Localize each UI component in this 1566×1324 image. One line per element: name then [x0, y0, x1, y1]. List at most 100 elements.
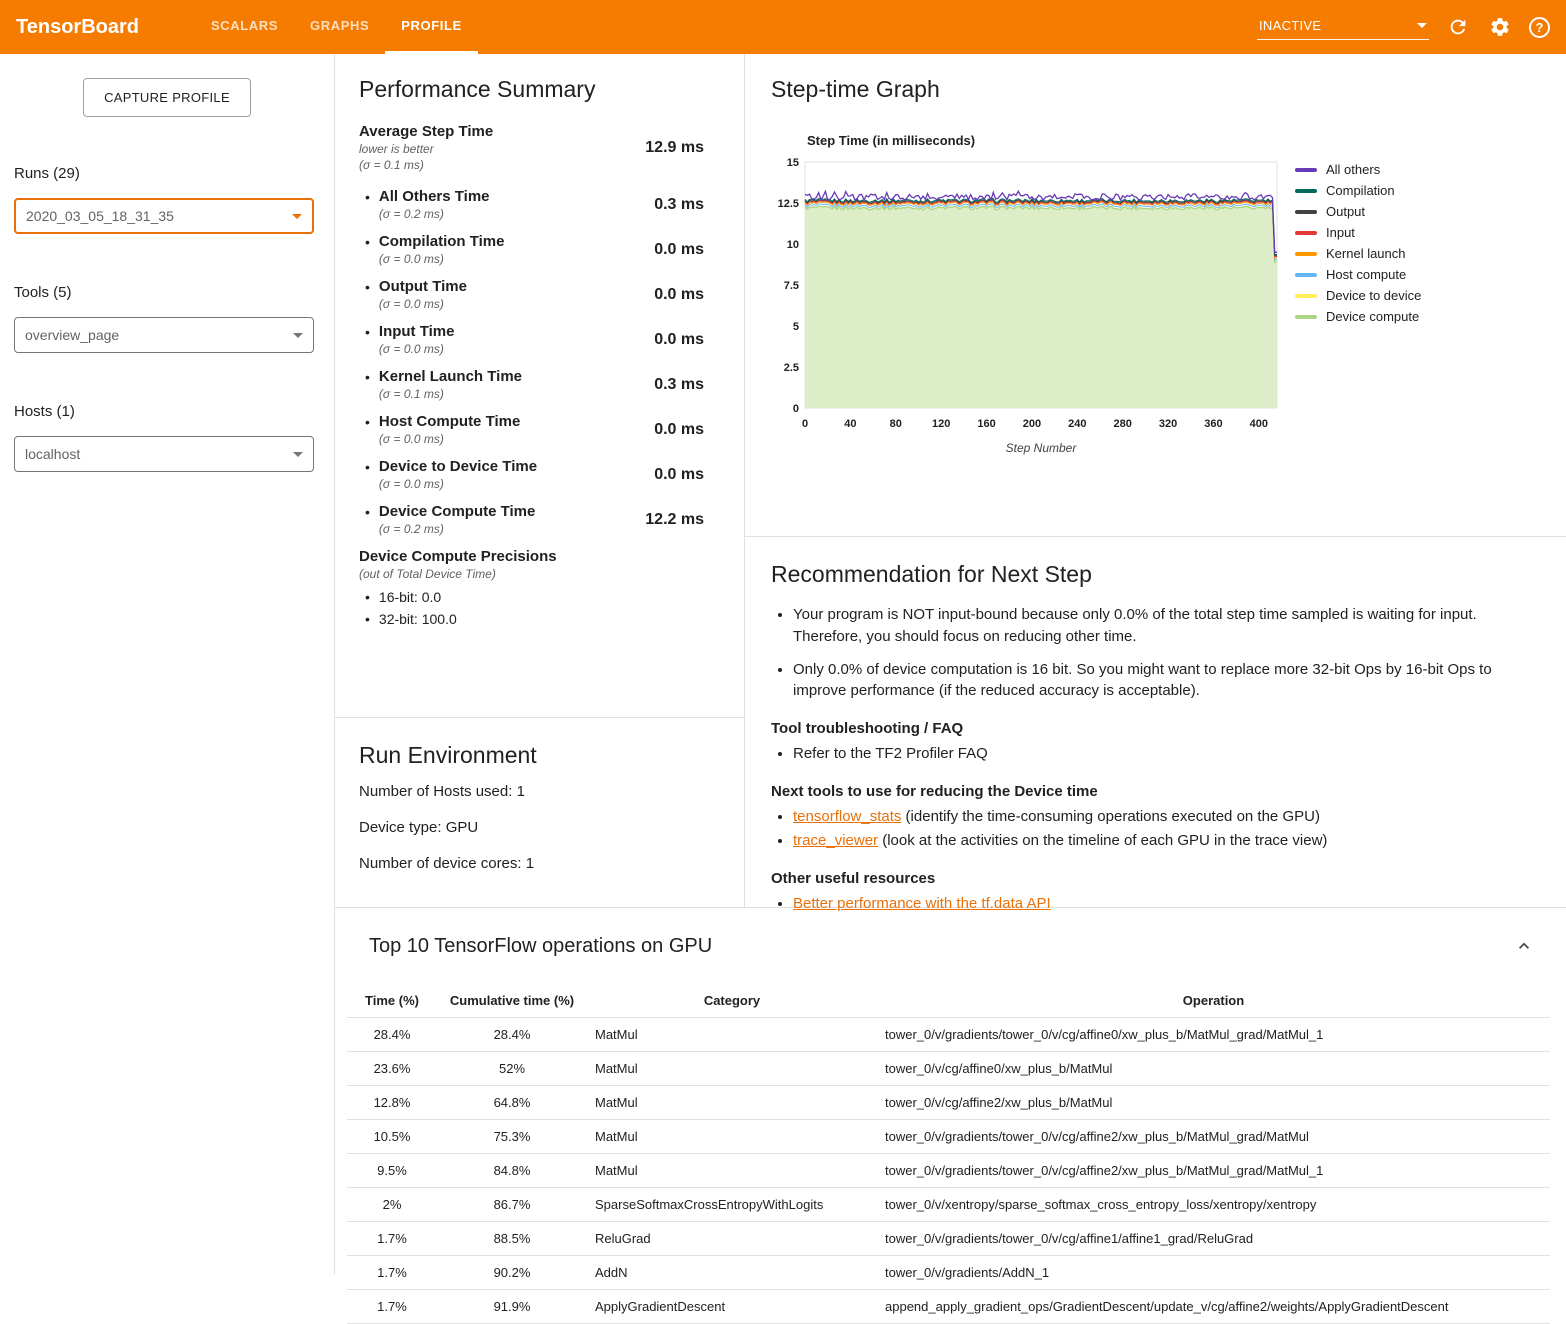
step-time-graph-section: Step-time Graph Step Time (in millisecon… — [745, 54, 1566, 537]
category-cell: ApplyGradientDescent — [587, 1290, 877, 1324]
recommendation-bullets: Your program is NOT input-bound because … — [771, 604, 1530, 702]
help-button[interactable]: ? — [1529, 17, 1550, 38]
legend-item: Output — [1295, 201, 1421, 222]
bullet-dot: • — [365, 323, 370, 356]
refresh-button[interactable] — [1445, 14, 1471, 40]
question-mark-icon: ? — [1536, 20, 1544, 35]
average-step-time-sigma: (σ = 0.1 ms) — [359, 158, 493, 172]
operation-cell: tower_0/v/gradients/tower_0/v/cg/affine2… — [877, 1120, 1550, 1154]
operation-cell: tower_0/v/gradients/tower_0/v/cg/affine2… — [877, 1154, 1550, 1188]
recommendation-section: Recommendation for Next Step Your progra… — [745, 537, 1566, 939]
legend-label: Kernel launch — [1326, 246, 1406, 261]
metric-row: •Kernel Launch Time(σ = 0.1 ms)0.3 ms — [359, 368, 704, 401]
legend-swatch — [1295, 252, 1317, 256]
hosts-dropdown[interactable]: localhost — [14, 436, 314, 472]
app-toolbar: TensorBoard SCALARS GRAPHS PROFILE INACT… — [0, 0, 1566, 54]
svg-text:400: 400 — [1250, 418, 1268, 430]
metric-value: 0.0 ms — [654, 331, 704, 349]
status-dropdown-value: INACTIVE — [1259, 18, 1321, 33]
chart-legend: All othersCompilationOutputInputKernel l… — [1295, 159, 1421, 463]
time-pct-cell: 23.6% — [347, 1052, 437, 1086]
chart-title: Step Time (in milliseconds) — [807, 133, 1283, 148]
runs-dropdown[interactable]: 2020_03_05_18_31_35 — [14, 198, 314, 234]
svg-text:Step Number: Step Number — [1006, 441, 1078, 455]
cumulative-pct-cell: 75.3% — [437, 1120, 587, 1154]
step-time-chart-svg: 02.557.51012.515040801201602002402803203… — [771, 154, 1283, 458]
category-cell: MatMul — [587, 1154, 877, 1188]
tensorflow-stats-link[interactable]: tensorflow_stats — [793, 808, 901, 825]
time-pct-cell: 1.7% — [347, 1256, 437, 1290]
legend-swatch — [1295, 231, 1317, 235]
recommendation-bullet: Your program is NOT input-bound because … — [793, 604, 1530, 648]
cumulative-pct-cell: 28.4% — [437, 1018, 587, 1052]
ops-table-row: 1.7%90.2%AddNtower_0/v/gradients/AddN_1 — [347, 1256, 1550, 1290]
trace-viewer-link[interactable]: trace_viewer — [793, 832, 878, 849]
category-cell: ReluGrad — [587, 1222, 877, 1256]
capture-profile-button[interactable]: CAPTURE PROFILE — [83, 78, 251, 117]
step-time-chart-wrap: Step Time (in milliseconds) 02.557.51012… — [771, 133, 1566, 463]
gear-icon — [1489, 16, 1511, 38]
svg-text:12.5: 12.5 — [778, 198, 799, 210]
operation-cell: tower_0/v/gradients/AddN_1 — [877, 1256, 1550, 1290]
precision-list: 16-bit: 0.032-bit: 100.0 — [359, 589, 704, 627]
tab-scalars[interactable]: SCALARS — [195, 0, 294, 54]
col-category: Category — [587, 984, 877, 1018]
ops-table: Time (%) Cumulative time (%) Category Op… — [347, 984, 1550, 1324]
metric-label: All Others Time — [379, 188, 490, 205]
metric-sigma: (σ = 0.0 ms) — [379, 297, 467, 311]
settings-button[interactable] — [1487, 14, 1513, 40]
precision-item: 32-bit: 100.0 — [365, 611, 704, 627]
metric-row: •Compilation Time(σ = 0.0 ms)0.0 ms — [359, 233, 704, 266]
metric-label: Kernel Launch Time — [379, 368, 522, 385]
bullet-dot: • — [365, 233, 370, 266]
recommendation-title: Recommendation for Next Step — [771, 561, 1530, 588]
recommendation-bullet: Only 0.0% of device computation is 16 bi… — [793, 659, 1530, 703]
refresh-icon — [1447, 16, 1469, 38]
metric-label: Device Compute Time — [379, 503, 535, 520]
faq-item: Refer to the TF2 Profiler FAQ — [793, 742, 1530, 765]
operation-cell: tower_0/v/gradients/tower_0/v/cg/affine0… — [877, 1018, 1550, 1052]
bullet-dot: • — [365, 503, 370, 536]
legend-label: All others — [1326, 162, 1380, 177]
metric-sigma: (σ = 0.2 ms) — [379, 207, 490, 221]
top-ops-section: Top 10 TensorFlow operations on GPU Time… — [335, 908, 1566, 1324]
time-pct-cell: 2% — [347, 1188, 437, 1222]
metric-sigma: (σ = 0.0 ms) — [379, 252, 505, 266]
env-line: Device type: GPU — [359, 819, 720, 836]
metric-label: Host Compute Time — [379, 413, 520, 430]
cumulative-pct-cell: 52% — [437, 1052, 587, 1086]
ops-table-row: 28.4%28.4%MatMultower_0/v/gradients/towe… — [347, 1018, 1550, 1052]
run-environment-section: Run Environment Number of Hosts used: 1D… — [335, 718, 744, 915]
overview-right-column: Step-time Graph Step Time (in millisecon… — [745, 54, 1566, 907]
status-dropdown[interactable]: INACTIVE — [1257, 14, 1429, 40]
svg-text:40: 40 — [844, 418, 856, 430]
tools-dropdown[interactable]: overview_page — [14, 317, 314, 353]
svg-text:10: 10 — [787, 239, 799, 251]
legend-label: Compilation — [1326, 183, 1395, 198]
main-content: Performance Summary Average Step Time lo… — [334, 54, 1566, 1275]
metric-row: •Input Time(σ = 0.0 ms)0.0 ms — [359, 323, 704, 356]
svg-text:320: 320 — [1159, 418, 1177, 430]
run-environment-title: Run Environment — [359, 742, 720, 769]
category-cell: MatMul — [587, 1052, 877, 1086]
precisions-subtitle: (out of Total Device Time) — [359, 567, 704, 581]
legend-item: Device compute — [1295, 306, 1421, 327]
col-operation: Operation — [877, 984, 1550, 1018]
hosts-group: Hosts (1) localhost — [0, 403, 334, 472]
collapse-button[interactable] — [1510, 932, 1538, 960]
tab-graphs[interactable]: GRAPHS — [294, 0, 385, 54]
cumulative-pct-cell: 64.8% — [437, 1086, 587, 1120]
legend-swatch — [1295, 168, 1317, 172]
chevron-down-icon — [293, 452, 303, 457]
svg-text:240: 240 — [1068, 418, 1086, 430]
device-compute-precisions: Device Compute Precisions (out of Total … — [359, 548, 704, 627]
next-tool-item: tensorflow_stats (identify the time-cons… — [793, 805, 1530, 828]
next-tool-desc: (identify the time-consuming operations … — [901, 808, 1320, 825]
col-time-pct: Time (%) — [347, 984, 437, 1018]
resources-heading: Other useful resources — [771, 870, 1530, 887]
operation-cell: append_apply_gradient_ops/GradientDescen… — [877, 1290, 1550, 1324]
runs-group: Runs (29) 2020_03_05_18_31_35 — [0, 165, 334, 234]
tab-profile[interactable]: PROFILE — [385, 0, 478, 54]
legend-label: Device to device — [1326, 288, 1421, 303]
precisions-title: Device Compute Precisions — [359, 548, 704, 565]
